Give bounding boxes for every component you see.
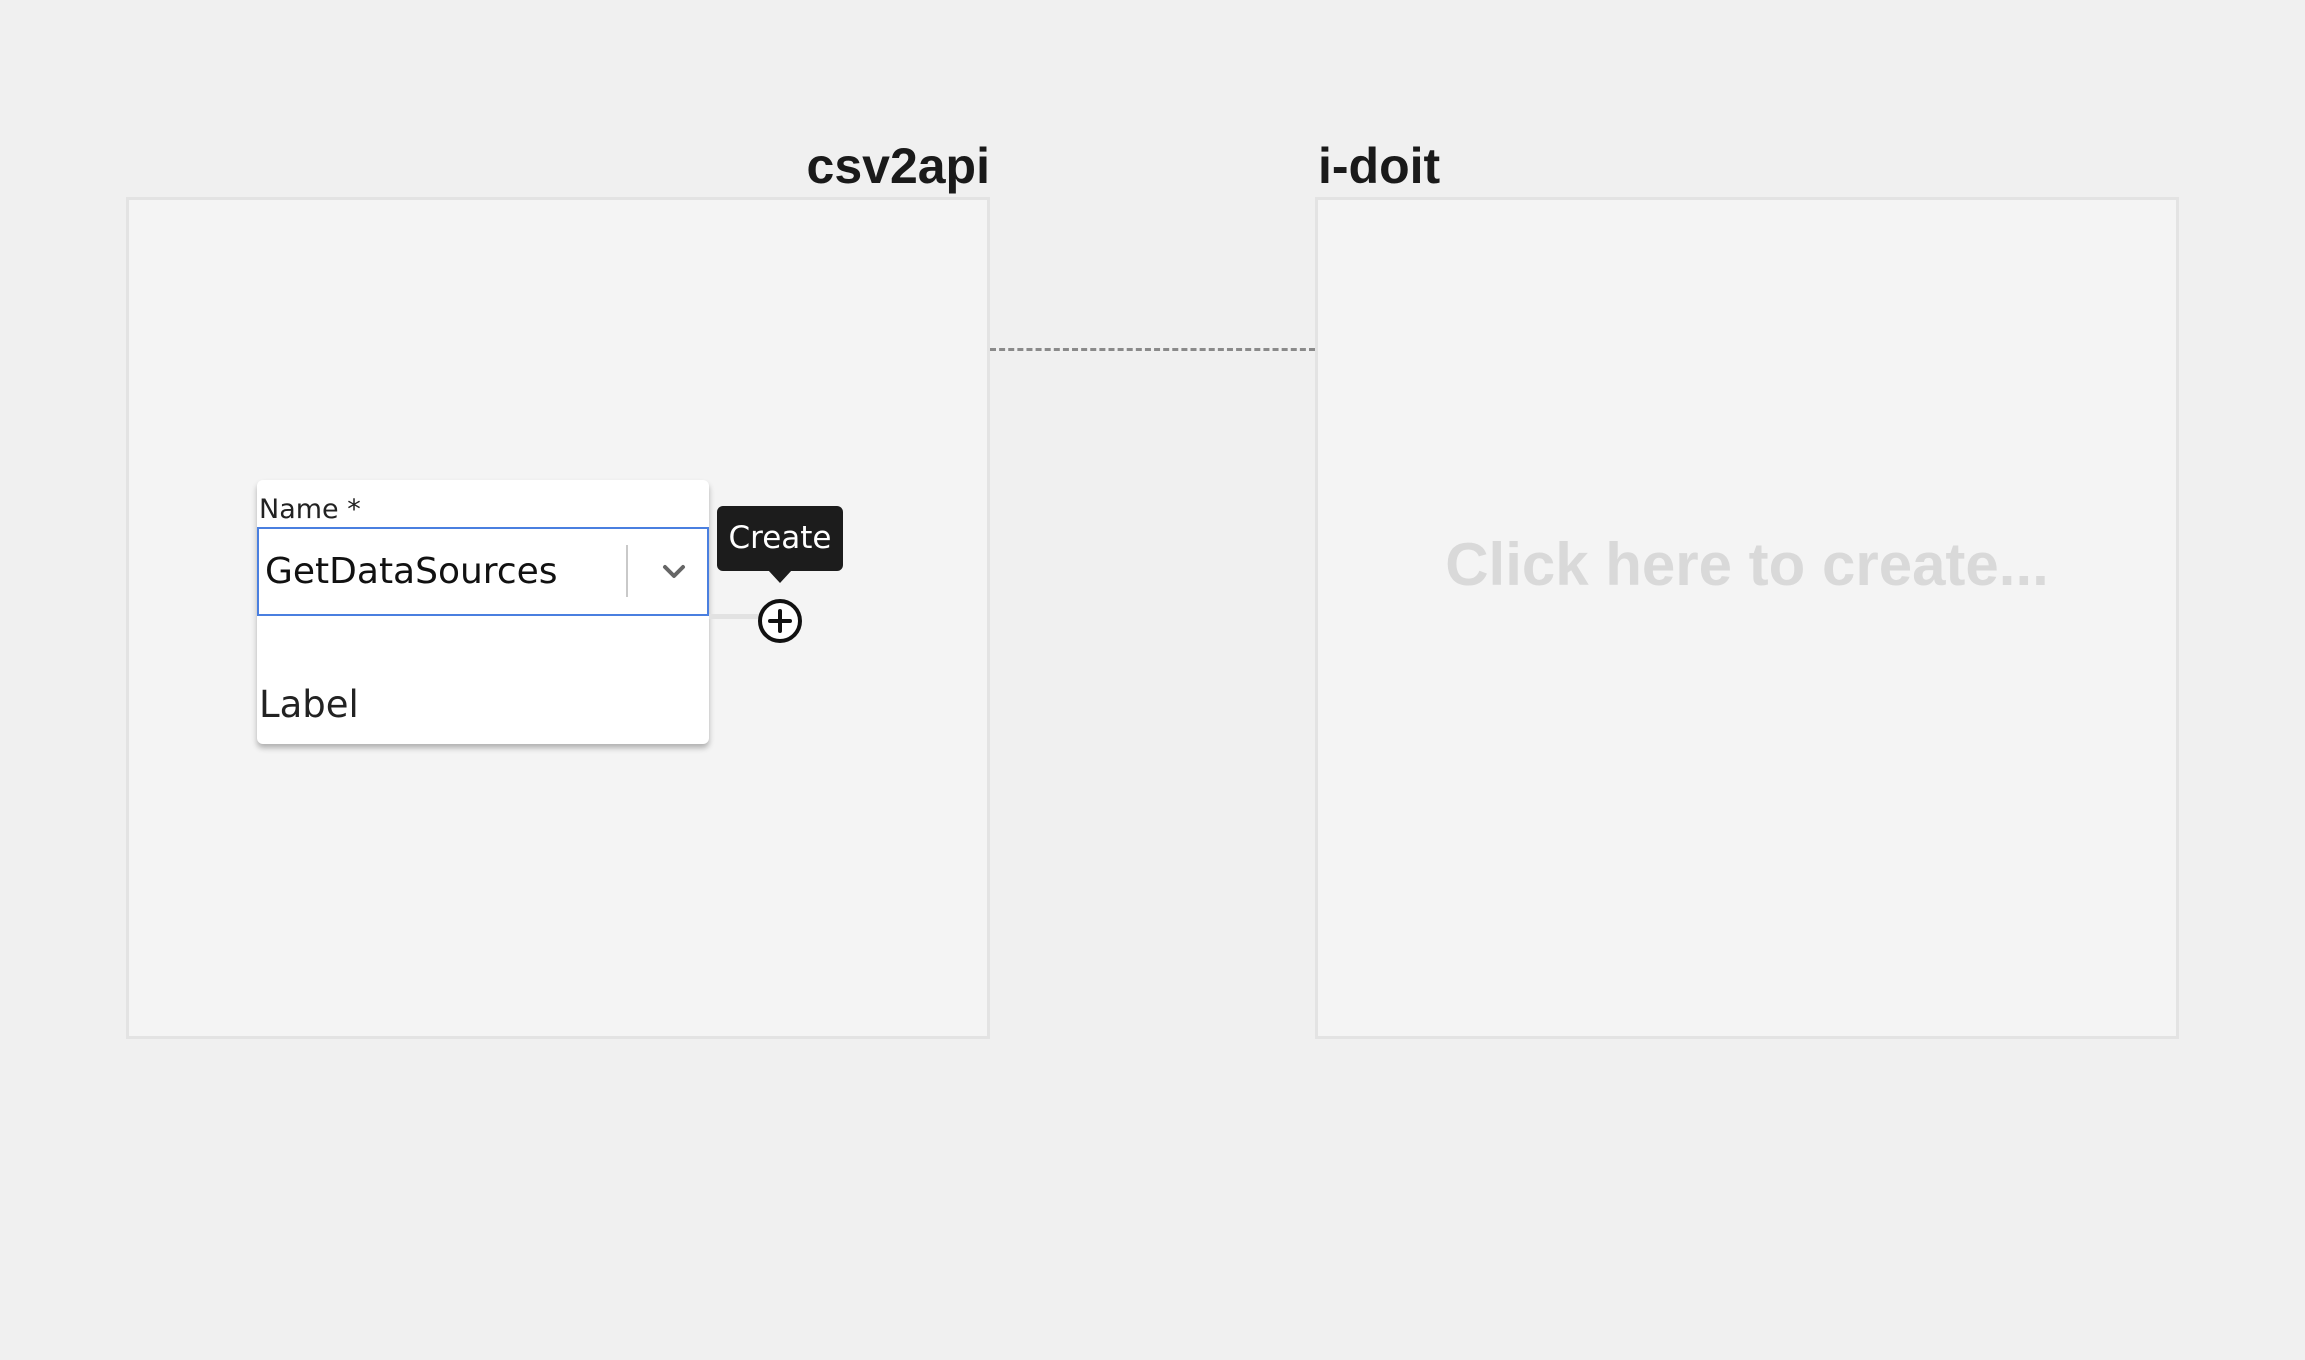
source-panel-title: csv2api [806,138,990,194]
chevron-down-icon[interactable] [647,549,699,595]
node-label: Label [259,683,359,726]
create-tooltip: Create [717,506,843,571]
name-select-value[interactable]: GetDataSources [265,551,558,592]
tooltip-arrow [768,570,792,583]
select-separator [626,545,628,597]
mapping-canvas: csv2api i-doit Click here to create... N… [0,0,2305,1360]
node-card: Name * GetDataSources Label [257,480,709,744]
name-select[interactable]: GetDataSources [257,527,709,616]
target-panel[interactable]: Click here to create... [1315,197,2179,1039]
create-handle-connector [709,614,759,619]
connection-line [990,348,1315,351]
create-placeholder[interactable]: Click here to create... [1318,530,2176,599]
plus-circle-icon[interactable] [757,598,803,644]
name-field-label: Name * [259,494,361,525]
target-panel-title: i-doit [1318,138,1441,194]
